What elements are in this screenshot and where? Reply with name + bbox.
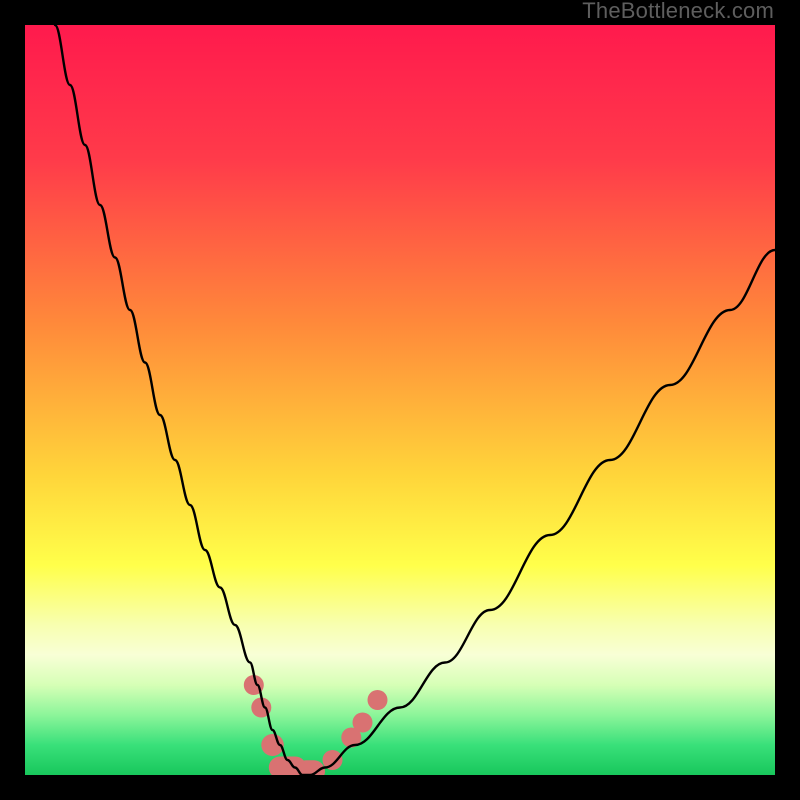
watermark-text: TheBottleneck.com: [582, 0, 774, 24]
curve-layer: [25, 25, 775, 775]
outer-frame: TheBottleneck.com: [0, 0, 800, 800]
marker-dot: [368, 690, 388, 710]
marker-group: [244, 675, 388, 775]
marker-dot: [353, 713, 373, 733]
bottleneck-curve: [55, 25, 775, 775]
plot-area: [25, 25, 775, 775]
